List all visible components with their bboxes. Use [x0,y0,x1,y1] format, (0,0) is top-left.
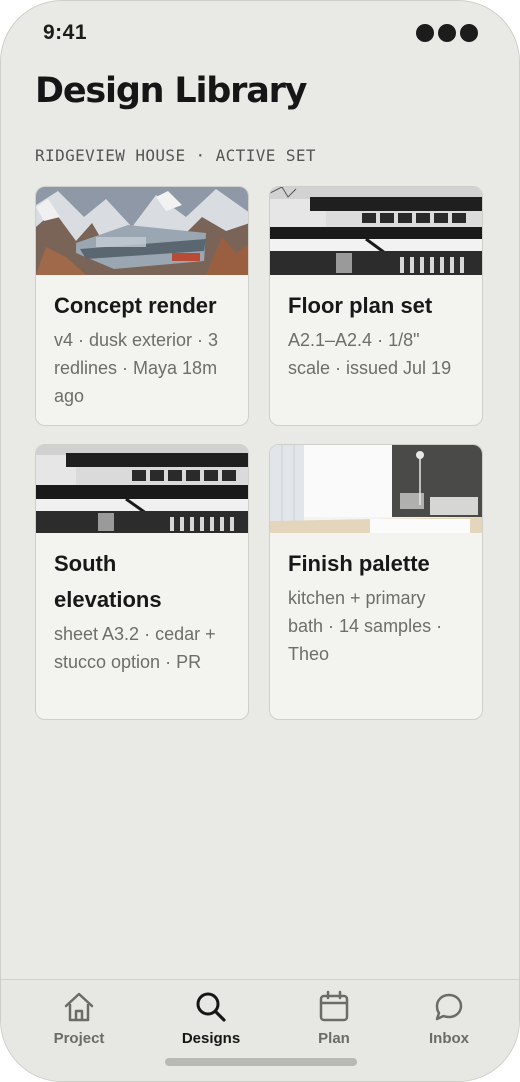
tab-label: Designs [181,1030,241,1047]
tab-bar: Project Designs Plan Inbox [1,979,519,1081]
page-title: Design Library [35,71,307,111]
design-card-floor-plan-set[interactable]: Floor plan set A2.1–A2.4 · 1/8" scale · … [269,186,483,426]
phone-frame: 9:41 Design Library RIDGEVIEW HOUSE · AC… [0,0,520,1082]
search-icon [196,992,226,1022]
status-dot [460,24,478,42]
tab-label: Inbox [429,1030,469,1047]
card-title: Floor plan set [288,293,433,318]
modern-house-bw-image [36,445,248,533]
tab-designs[interactable]: Designs [156,990,266,1047]
tab-label: Plan [318,1030,350,1047]
interior-room-image [270,445,482,533]
card-title: Concept render [54,293,217,318]
design-card-concept-render[interactable]: Concept render v4 · dusk exterior · 3 re… [35,186,249,426]
card-title: South elevations [54,551,162,612]
status-dot [438,24,456,42]
tab-project[interactable]: Project [24,990,134,1047]
modern-house-bw-image [270,187,482,275]
project-label: RIDGEVIEW HOUSE · ACTIVE SET [35,146,316,165]
home-icon [64,992,94,1022]
status-indicators [416,24,478,42]
status-time: 9:41 [43,21,88,44]
card-meta: A2.1–A2.4 · 1/8" scale · issued Jul 19 [288,330,452,378]
card-title: Finish palette [288,551,430,576]
calendar-icon [319,990,349,1022]
design-card-finish-palette[interactable]: Finish palette kitchen + primary bath · … [269,444,483,720]
tab-label: Project [53,1030,105,1047]
status-dot [416,24,434,42]
card-meta: sheet A3.2 · cedar + stucco option · PR [54,624,216,672]
design-card-south-elevations[interactable]: South elevations sheet A3.2 · cedar + st… [35,444,249,720]
tab-inbox[interactable]: Inbox [394,990,504,1047]
mountain-render-image [36,187,248,275]
chat-bubble-icon [435,993,463,1021]
card-meta: v4 · dusk exterior · 3 redlines · Maya 1… [54,330,219,406]
card-meta: kitchen + primary bath · 14 samples · Th… [288,588,443,664]
home-indicator [165,1058,357,1066]
tab-plan[interactable]: Plan [279,990,389,1047]
